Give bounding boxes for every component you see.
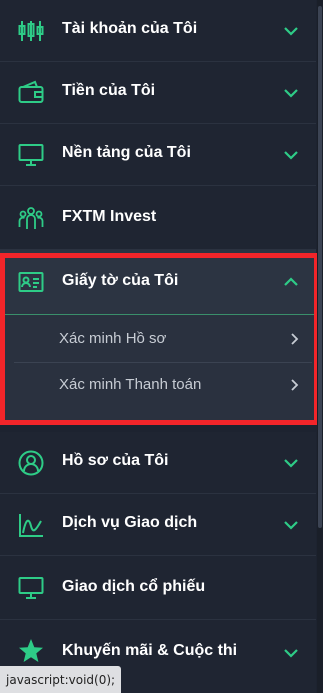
chevron-down-icon: [283, 85, 299, 101]
menu-item-label: FXTM Invest: [62, 208, 157, 225]
user-profile-icon: [18, 450, 44, 476]
monitor-icon: [18, 575, 44, 601]
menu-item-my-platforms[interactable]: Nền tảng của Tôi: [0, 124, 316, 186]
submenu-item-label: Xác minh Hồ sơ: [59, 330, 167, 347]
chevron-right-icon: [289, 332, 299, 346]
submenu-item-profile-verification[interactable]: Xác minh Hồ sơ: [14, 316, 312, 363]
menu-item-my-money[interactable]: Tiền của Tôi: [0, 62, 316, 124]
menu-item-label: Tiền của Tôi: [62, 82, 156, 99]
candlestick-chart-icon: [18, 18, 44, 44]
menu-item-stock-trading[interactable]: Giao dịch cổ phiếu: [0, 556, 316, 620]
menu-item-trading-services[interactable]: Dịch vụ Giao dịch: [0, 494, 316, 556]
menu-item-label: Nền tảng của Tôi: [62, 144, 191, 161]
trend-chart-icon: [18, 512, 44, 538]
menu-item-my-profile[interactable]: Hồ sơ của Tôi: [0, 432, 316, 494]
menu-item-my-accounts[interactable]: Tài khoản của Tôi: [0, 0, 316, 62]
submenu-item-label: Xác minh Thanh toán: [59, 376, 202, 393]
submenu-item-payment-verification[interactable]: Xác minh Thanh toán: [14, 362, 312, 408]
people-group-icon: [18, 205, 44, 231]
scrollbar-thumb[interactable]: [318, 6, 322, 528]
chevron-right-icon: [289, 378, 299, 392]
id-card-icon: [18, 269, 44, 295]
menu-item-label: Khuyến mãi & Cuộc thi: [62, 642, 238, 659]
menu-item-my-documents[interactable]: Giấy tờ của Tôi: [0, 250, 316, 315]
chevron-up-icon: [283, 274, 299, 290]
active-section-my-documents: Giấy tờ của Tôi Xác minh Hồ sơ Xác minh …: [0, 250, 316, 424]
menu-item-label: Giao dịch cổ phiếu: [62, 578, 206, 595]
menu-item-fxtm-invest[interactable]: FXTM Invest: [0, 186, 316, 250]
star-icon: [18, 638, 44, 664]
chevron-down-icon: [283, 645, 299, 661]
chevron-down-icon: [283, 517, 299, 533]
chevron-down-icon: [283, 455, 299, 471]
chevron-down-icon: [283, 23, 299, 39]
chevron-down-icon: [283, 147, 299, 163]
menu-item-label: Dịch vụ Giao dịch: [62, 514, 198, 531]
status-bar-link-preview: javascript:void(0);: [0, 666, 122, 693]
menu-item-label: Hồ sơ của Tôi: [62, 452, 169, 469]
menu-item-label: Giấy tờ của Tôi: [62, 272, 179, 289]
monitor-icon: [18, 142, 44, 168]
wallet-icon: [18, 80, 44, 106]
menu-item-label: Tài khoản của Tôi: [62, 20, 198, 37]
